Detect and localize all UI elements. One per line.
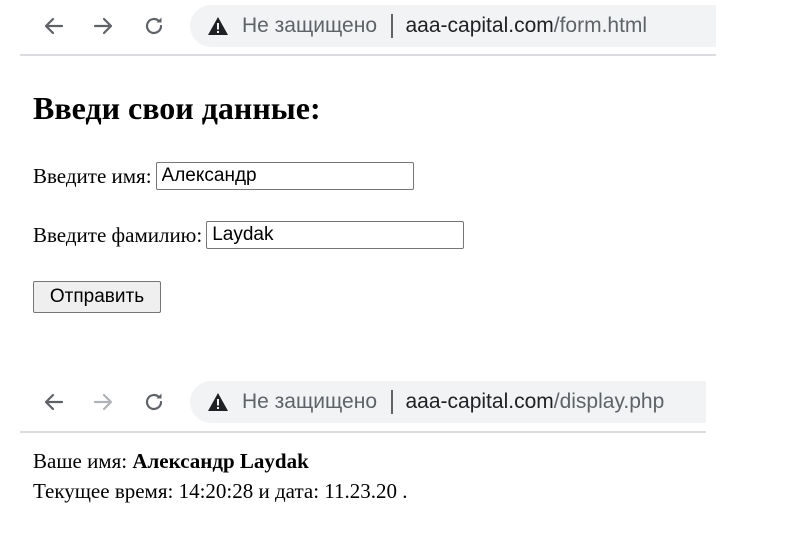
first-name-row: Введите имя: [33,162,414,190]
warning-triangle-icon [207,391,229,413]
last-name-label: Введите фамилию: [33,222,203,247]
url-path: /display.php [553,390,665,413]
url-host: aaa-capital.com [405,14,554,37]
first-name-label: Введите имя: [33,163,152,188]
browser-toolbar-display: Не защищено aaa-capital.com/display.php [20,378,706,433]
address-divider [391,14,393,38]
security-status-label[interactable]: Не защищено [242,390,377,414]
name-result-value: Александр Laydak [132,449,309,473]
address-bar[interactable]: Не защищено aaa-capital.com/form.html [190,5,716,47]
url-host: aaa-capital.com [405,390,554,413]
address-divider [391,390,393,414]
last-name-input[interactable] [206,221,465,249]
browser-toolbar-form: Не защищено aaa-capital.com/form.html [20,0,716,56]
forward-button[interactable] [89,12,117,40]
forward-arrow-icon [93,17,113,35]
name-result-label: Ваше имя: [33,449,128,473]
back-button[interactable] [40,388,68,416]
reload-button[interactable] [140,388,168,416]
back-button[interactable] [40,12,68,40]
reload-icon [145,17,163,35]
back-arrow-icon [44,393,64,411]
security-status-label[interactable]: Не защищено [242,14,377,38]
back-arrow-icon [44,17,64,35]
reload-button[interactable] [140,12,168,40]
first-name-input[interactable] [155,162,414,190]
last-name-row: Введите фамилию: [33,221,465,249]
page-title: Введи свои данные: [33,90,321,126]
submit-button[interactable]: Отправить [33,281,161,313]
forward-arrow-icon [93,393,113,411]
datetime-result-line: Текущее время: 14:20:28 и дата: 11.23.20… [33,479,408,503]
address-bar[interactable]: Не защищено aaa-capital.com/display.php [190,381,706,423]
url-path: /form.html [553,14,648,37]
forward-button[interactable] [89,388,117,416]
warning-triangle-icon [207,15,229,37]
name-result-line: Ваше имя: Александр Laydak [33,446,309,476]
reload-icon [145,393,163,411]
